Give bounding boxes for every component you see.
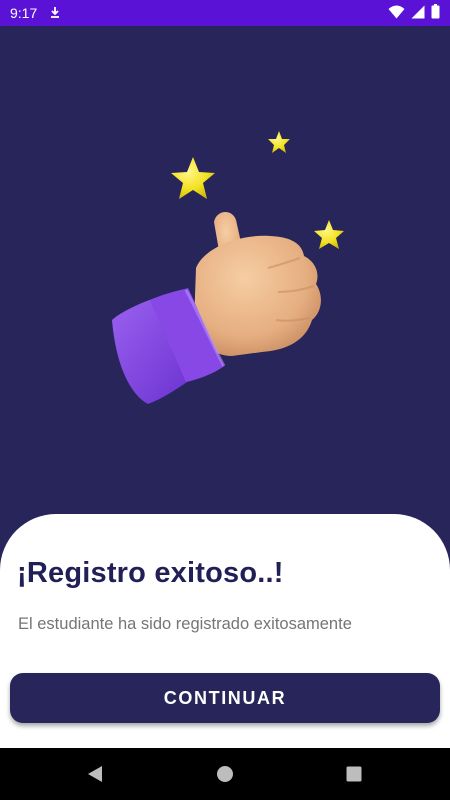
home-icon[interactable] xyxy=(213,762,237,786)
recents-icon[interactable] xyxy=(342,762,366,786)
navigation-bar xyxy=(0,748,450,800)
thumbs-up-illustration xyxy=(112,131,344,404)
back-icon[interactable] xyxy=(83,762,107,786)
star-icon xyxy=(268,131,290,153)
download-notification-icon xyxy=(49,6,61,20)
star-icon xyxy=(314,220,344,249)
wifi-icon xyxy=(388,5,405,24)
success-title: ¡Registro exitoso..! xyxy=(17,557,284,589)
status-bar: 9:17 xyxy=(0,0,450,26)
battery-icon xyxy=(431,4,440,24)
continue-button[interactable]: CONTINUAR xyxy=(10,673,440,723)
cell-signal-icon xyxy=(411,5,425,24)
status-time: 9:17 xyxy=(10,5,38,21)
star-icon xyxy=(171,157,215,199)
success-message: El estudiante ha sido registrado exitosa… xyxy=(18,615,352,633)
hand-icon xyxy=(194,211,321,356)
success-card: ¡Registro exitoso..! El estudiante ha si… xyxy=(0,514,450,748)
hero-area xyxy=(0,26,450,526)
